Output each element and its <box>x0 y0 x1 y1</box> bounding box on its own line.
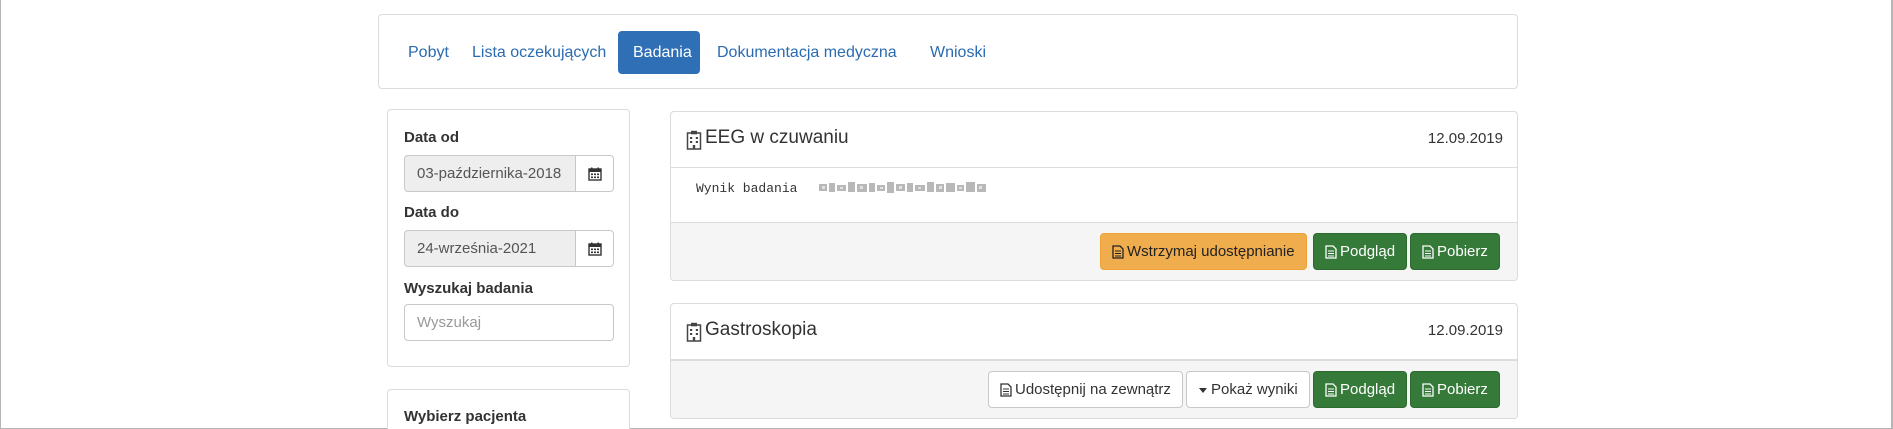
patient-panel: Wybierz pacjenta <box>387 389 630 429</box>
tab-pobyt[interactable]: Pobyt <box>393 31 464 74</box>
calendar-icon <box>587 167 602 181</box>
stop-share-label: Wstrzymaj udostępnianie <box>1127 243 1295 260</box>
exam-actions: Wstrzymaj udostępnianie Podgląd Pobierz <box>671 222 1517 280</box>
search-input[interactable] <box>404 304 614 341</box>
tab-badania[interactable]: Badania <box>618 31 700 74</box>
exam-date: 12.09.2019 <box>1427 322 1503 339</box>
file-text-icon <box>1422 244 1434 259</box>
share-external-label: Udostępnij na zewnątrz <box>1015 381 1171 398</box>
caret-down-icon <box>1199 387 1207 393</box>
calendar-icon <box>587 242 602 256</box>
exam-header: EEG w czuwaniu 12.09.2019 <box>671 112 1517 168</box>
date-from-calendar-button[interactable] <box>575 155 614 192</box>
patient-label: Wybierz pacjenta <box>404 408 527 425</box>
download-label: Pobierz <box>1437 381 1488 398</box>
hospital-icon <box>686 322 702 342</box>
file-text-icon <box>1000 382 1012 397</box>
file-text-icon <box>1325 244 1337 259</box>
show-results-button[interactable]: Pokaż wyniki <box>1186 371 1310 408</box>
search-label: Wyszukaj badania <box>404 280 533 297</box>
result-text: Wynik badania <box>696 181 798 196</box>
date-to-input[interactable]: 24-września-2021 <box>404 230 575 267</box>
hospital-icon <box>686 130 702 150</box>
exam-date: 12.09.2019 <box>1427 130 1503 147</box>
download-button[interactable]: Pobierz <box>1410 371 1500 408</box>
tabs-card: Pobyt Lista oczekujących Badania Dokumen… <box>378 14 1518 89</box>
filter-panel: Data od 03-października-2018 Data do 24-… <box>387 109 630 367</box>
preview-button[interactable]: Podgląd <box>1313 233 1408 270</box>
exam-card: Gastroskopia 12.09.2019 Udostępnij na ze… <box>670 303 1518 419</box>
file-text-icon <box>1112 244 1124 259</box>
preview-label: Podgląd <box>1340 243 1396 260</box>
share-external-button[interactable]: Udostępnij na zewnątrz <box>988 371 1183 408</box>
exam-actions: Udostępnij na zewnątrz Pokaż wyniki Podg… <box>671 360 1517 418</box>
date-from-input[interactable]: 03-października-2018 <box>404 155 575 192</box>
download-button[interactable]: Pobierz <box>1410 233 1500 270</box>
exam-header: Gastroskopia 12.09.2019 <box>671 304 1517 360</box>
window-border-left <box>0 0 1 429</box>
file-text-icon <box>1325 382 1337 397</box>
stop-share-button[interactable]: Wstrzymaj udostępnianie <box>1100 233 1307 270</box>
download-label: Pobierz <box>1437 243 1488 260</box>
preview-label: Podgląd <box>1340 381 1396 398</box>
exam-result: Wynik badania <box>671 168 1517 222</box>
tab-wnioski[interactable]: Wnioski <box>915 31 1001 74</box>
date-to-calendar-button[interactable] <box>575 230 614 267</box>
show-results-label: Pokaż wyniki <box>1211 381 1298 398</box>
exam-title: Gastroskopia <box>705 319 817 340</box>
date-to-label: Data do <box>404 204 460 221</box>
tab-lista-oczekujacych[interactable]: Lista oczekujących <box>457 31 621 74</box>
file-text-icon <box>1422 382 1434 397</box>
exam-card: EEG w czuwaniu 12.09.2019 Wynik badania … <box>670 111 1518 281</box>
preview-button[interactable]: Podgląd <box>1313 371 1408 408</box>
tab-dokumentacja-medyczna[interactable]: Dokumentacja medyczna <box>702 31 912 74</box>
redacted-value <box>819 182 986 193</box>
exam-title: EEG w czuwaniu <box>705 127 849 148</box>
date-from-label: Data od <box>404 129 460 146</box>
